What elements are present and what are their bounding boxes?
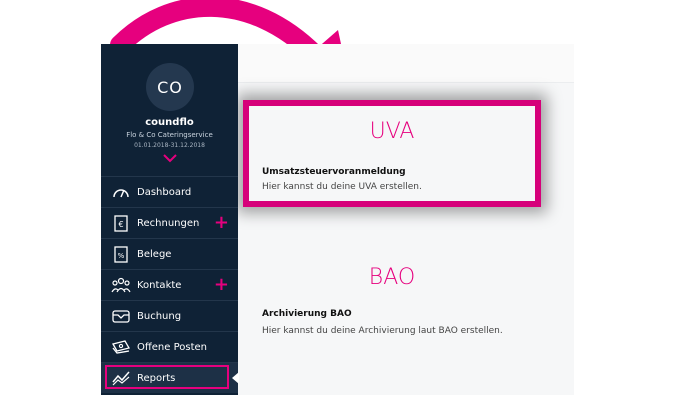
uva-subtitle: Umsatzsteuervoranmeldung [262, 167, 406, 177]
sidebar-item-kontakte[interactable]: Kontakte + [101, 269, 238, 300]
active-highlight [105, 365, 229, 389]
chevron-down-icon[interactable] [163, 154, 177, 163]
sidebar-item-belege[interactable]: % Belege [101, 238, 238, 269]
add-invoice-button[interactable]: + [214, 214, 229, 232]
sidebar-item-label: Dashboard [137, 186, 192, 198]
bao-title[interactable]: BAO [243, 265, 541, 290]
svg-text:€: € [118, 220, 123, 229]
sidebar: CO coundflo Flo & Co Cateringservice 01.… [101, 44, 239, 395]
sidebar-nav: Dashboard € Rechnungen + % Belege Kontak… [101, 176, 239, 393]
sidebar-item-rechnungen[interactable]: € Rechnungen + [101, 207, 238, 238]
sidebar-item-label: Buchung [137, 310, 182, 322]
tray-icon [109, 307, 133, 325]
percent-document-icon: % [109, 245, 133, 263]
sidebar-item-buchung[interactable]: Buchung [101, 300, 238, 331]
reports-main [238, 44, 574, 395]
money-stack-icon [109, 338, 133, 356]
sidebar-item-label: Kontakte [137, 279, 182, 291]
bao-description: Hier kannst du deine Archivierung laut B… [262, 326, 503, 336]
gauge-icon [109, 183, 133, 201]
active-caret-icon [232, 372, 239, 384]
username: coundflo [145, 117, 194, 128]
uva-title[interactable]: UVA [243, 119, 541, 144]
profile-panel: CO coundflo Flo & Co Cateringservice 01.… [101, 44, 238, 176]
add-contact-button[interactable]: + [214, 276, 229, 294]
sidebar-item-label: Offene Posten [137, 341, 207, 353]
sidebar-item-label: Belege [137, 248, 172, 260]
uva-description: Hier kannst du deine UVA erstellen. [262, 182, 422, 192]
sidebar-item-dashboard[interactable]: Dashboard [101, 176, 238, 207]
bao-subtitle: Archivierung BAO [262, 309, 352, 319]
euro-document-icon: € [109, 214, 133, 232]
company-name: Flo & Co Cateringservice [126, 131, 213, 139]
fiscal-period: 01.01.2018-31.12.2018 [134, 142, 205, 149]
avatar[interactable]: CO [146, 63, 194, 111]
people-icon [109, 276, 133, 294]
sidebar-item-label: Rechnungen [137, 217, 200, 229]
svg-text:%: % [118, 252, 125, 260]
main-header [238, 44, 574, 83]
sidebar-item-reports[interactable]: Reports [101, 362, 239, 393]
sidebar-item-offene-posten[interactable]: Offene Posten [101, 331, 238, 362]
